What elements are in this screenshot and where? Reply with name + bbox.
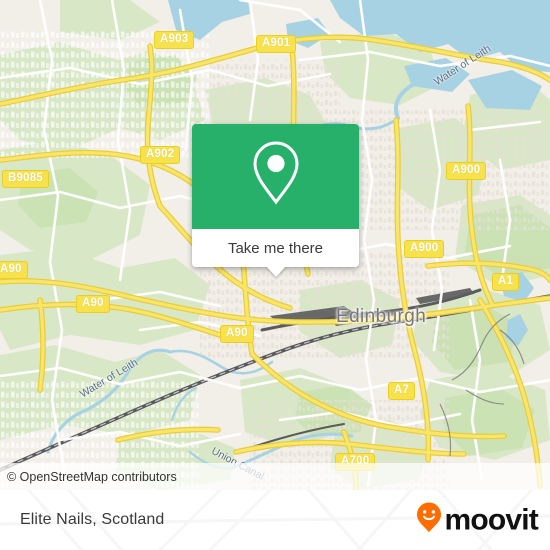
moovit-wordmark: moovit (444, 503, 538, 536)
road-shield-a1[interactable]: A1 (492, 273, 520, 291)
take-me-there-label: Take me there (227, 239, 324, 257)
road-shield-a90[interactable]: A90 (220, 325, 254, 343)
popup-header (192, 124, 359, 229)
road-shield-a903[interactable]: A903 (154, 31, 195, 49)
place-title: Elite Nails, Scotland (20, 511, 165, 528)
popup-footer[interactable]: Take me there (192, 229, 359, 277)
popup-pointer-tail (265, 266, 286, 277)
road-shield-a90[interactable]: A90 (0, 261, 28, 279)
road-shield-a900[interactable]: A900 (446, 162, 487, 180)
road-shield-a90[interactable]: A90 (76, 295, 110, 313)
road-shield-a901[interactable]: A901 (256, 35, 297, 53)
map-attribution: © OpenStreetMap contributors (0, 463, 550, 490)
road-shield-a7[interactable]: A7 (388, 382, 416, 400)
attribution-text: © OpenStreetMap contributors (7, 469, 177, 484)
moovit-smiley-pin-icon (416, 502, 442, 539)
road-shield-b9085[interactable]: B9085 (2, 170, 49, 188)
bottom-bar: Elite Nails, Scotland moovit (0, 490, 550, 550)
moovit-logo[interactable]: moovit (416, 502, 539, 539)
road-shield-a902[interactable]: A902 (140, 146, 181, 164)
map-pin-icon (248, 139, 304, 214)
location-popup[interactable]: Take me there (192, 124, 359, 277)
map-page: Edinburgh Water of Leith Water of Leith … (0, 0, 550, 550)
road-shield-a900[interactable]: A900 (404, 240, 445, 258)
map-canvas[interactable]: Edinburgh Water of Leith Water of Leith … (0, 0, 550, 490)
